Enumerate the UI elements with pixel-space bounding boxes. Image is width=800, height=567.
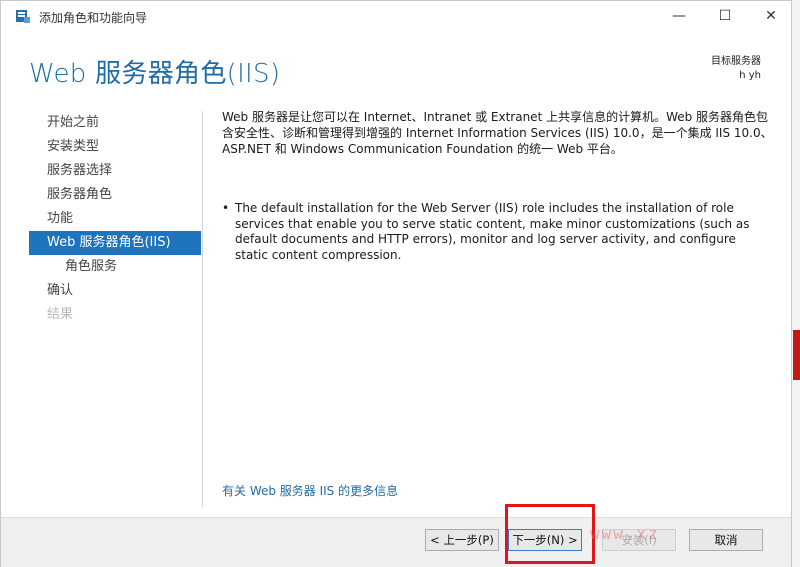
wizard-window: 添加角色和功能向导 — ☐ ✕ Web 服务器角色(IIS) 目标服务器 h y… bbox=[0, 0, 792, 567]
page-title: Web 服务器角色(IIS) bbox=[29, 59, 281, 89]
next-button[interactable]: 下一步(N) > bbox=[508, 529, 582, 551]
target-server-label: 目标服务器 bbox=[711, 56, 761, 67]
wizard-footer: < 上一步(P) 下一步(N) > 安装(I) 取消 bbox=[1, 517, 791, 567]
background-window-edge bbox=[792, 0, 800, 567]
notes-list: • The default installation for the Web S… bbox=[222, 201, 762, 263]
background-red-accent bbox=[793, 330, 800, 380]
nav-item-web-server-role[interactable]: Web 服务器角色(IIS) bbox=[29, 231, 201, 255]
more-info-link[interactable]: 有关 Web 服务器 IIS 的更多信息 bbox=[222, 482, 398, 499]
wizard-steps-nav: 开始之前 安装类型 服务器选择 服务器角色 功能 Web 服务器角色(IIS) … bbox=[29, 111, 201, 327]
nav-item-features[interactable]: 功能 bbox=[29, 207, 201, 231]
target-server: 目标服务器 h yh bbox=[711, 55, 761, 83]
nav-item-confirmation[interactable]: 确认 bbox=[29, 279, 201, 303]
nav-item-results: 结果 bbox=[47, 307, 74, 322]
cancel-button[interactable]: 取消 bbox=[689, 529, 763, 551]
target-server-value: h yh bbox=[739, 70, 761, 81]
bullet-icon: • bbox=[222, 201, 230, 215]
maximize-button[interactable]: ☐ bbox=[702, 1, 748, 31]
intro-text: Web 服务器是让您可以在 Internet、Intranet 或 Extran… bbox=[222, 110, 773, 156]
default-installation-note: The default installation for the Web Ser… bbox=[235, 201, 750, 262]
minimize-button[interactable]: — bbox=[656, 1, 702, 31]
nav-divider bbox=[202, 111, 203, 507]
watermark: www.xz bbox=[590, 524, 660, 543]
nav-item-installation-type[interactable]: 安装类型 bbox=[29, 135, 201, 159]
nav-item-server-roles[interactable]: 服务器角色 bbox=[29, 183, 201, 207]
title-bar: 添加角色和功能向导 — ☐ ✕ bbox=[1, 1, 791, 31]
close-button[interactable]: ✕ bbox=[748, 1, 794, 31]
nav-item-server-selection[interactable]: 服务器选择 bbox=[29, 159, 201, 183]
server-manager-icon bbox=[15, 8, 31, 24]
nav-item-role-services[interactable]: 角色服务 bbox=[29, 255, 201, 279]
role-description: Web 服务器是让您可以在 Internet、Intranet 或 Extran… bbox=[222, 109, 774, 157]
previous-button[interactable]: < 上一步(P) bbox=[425, 529, 499, 551]
nav-item-before-you-begin[interactable]: 开始之前 bbox=[29, 111, 201, 135]
list-item: • The default installation for the Web S… bbox=[222, 201, 762, 263]
window-title: 添加角色和功能向导 bbox=[39, 11, 148, 25]
